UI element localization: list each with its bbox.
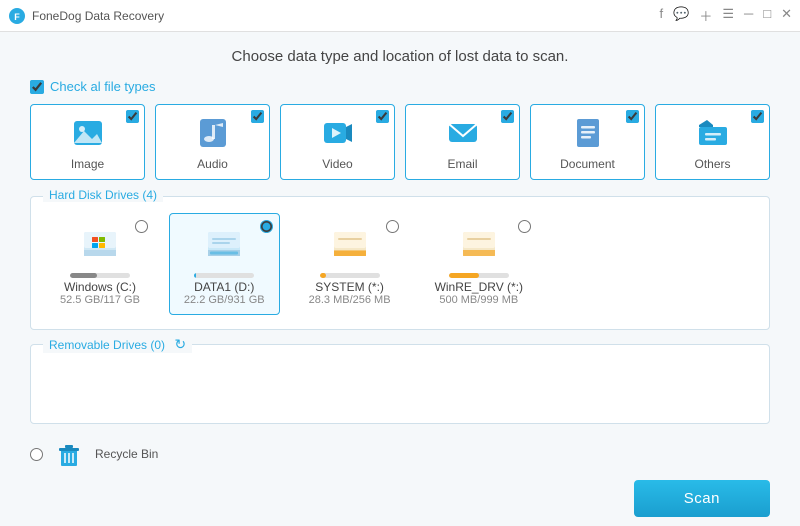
- check-all-checkbox[interactable]: [30, 80, 44, 94]
- drive-d-bar-wrap: [194, 273, 254, 278]
- drive-system-size: 28.3 MB/256 MB: [309, 294, 391, 306]
- image-checkbox[interactable]: [126, 110, 139, 123]
- scan-button[interactable]: Scan: [634, 480, 770, 517]
- drive-d-icon: [202, 222, 246, 266]
- audio-icon: [195, 115, 231, 151]
- document-checkbox[interactable]: [626, 110, 639, 123]
- main-content: Choose data type and location of lost da…: [0, 32, 800, 526]
- drive-system-bar-wrap: [320, 273, 380, 278]
- drive-winre-size: 500 MB/999 MB: [439, 294, 518, 306]
- others-label: Others: [694, 157, 730, 171]
- app-title: FoneDog Data Recovery: [32, 9, 660, 23]
- file-types-row: Image Audio: [30, 104, 770, 180]
- video-label: Video: [322, 157, 352, 171]
- plus-icon[interactable]: ＋: [699, 6, 712, 25]
- document-icon: [570, 115, 606, 151]
- drive-winre-radio[interactable]: [518, 220, 531, 233]
- email-icon: [445, 115, 481, 151]
- refresh-icon[interactable]: ↻: [174, 336, 186, 353]
- others-checkbox[interactable]: [751, 110, 764, 123]
- window-controls: f 💬 ＋ ☰ ─ □ ✕: [660, 6, 792, 25]
- drive-c-bar: [70, 273, 97, 278]
- drive-c-icon: [78, 222, 122, 266]
- drive-winre-icon: [457, 222, 501, 266]
- drive-d-bar: [194, 273, 196, 278]
- file-type-email[interactable]: Email: [405, 104, 520, 180]
- audio-checkbox[interactable]: [251, 110, 264, 123]
- drive-system-name: SYSTEM (*:): [315, 280, 384, 294]
- recycle-bin-row: Recycle Bin: [30, 438, 770, 470]
- maximize-icon[interactable]: □: [763, 6, 771, 25]
- drive-c-name: Windows (C:): [64, 280, 136, 294]
- scan-btn-row: Scan: [30, 480, 770, 517]
- document-label: Document: [560, 157, 615, 171]
- page-title: Choose data type and location of lost da…: [30, 48, 770, 65]
- drive-c-bar-wrap: [70, 273, 130, 278]
- drive-winre-bar-wrap: [449, 273, 509, 278]
- email-label: Email: [447, 157, 477, 171]
- recycle-bin-label: Recycle Bin: [95, 447, 158, 461]
- video-icon: [320, 115, 356, 151]
- minimize-icon[interactable]: ─: [744, 6, 753, 25]
- close-icon[interactable]: ✕: [781, 6, 792, 25]
- chat-icon[interactable]: 💬: [673, 6, 689, 25]
- file-type-audio[interactable]: Audio: [155, 104, 270, 180]
- titlebar: F FoneDog Data Recovery f 💬 ＋ ☰ ─ □ ✕: [0, 0, 800, 32]
- drive-d[interactable]: DATA1 (D:) 22.2 GB/931 GB: [169, 213, 280, 315]
- hard-disk-section: Hard Disk Drives (4): [30, 196, 770, 330]
- drive-winre-bar: [449, 273, 479, 278]
- drive-d-radio[interactable]: [260, 220, 273, 233]
- drive-d-name: DATA1 (D:): [194, 280, 254, 294]
- drive-winre-name: WinRE_DRV (*:): [435, 280, 523, 294]
- recycle-bin-radio[interactable]: [30, 448, 43, 461]
- audio-label: Audio: [197, 157, 228, 171]
- video-checkbox[interactable]: [376, 110, 389, 123]
- drive-system-icon: [328, 222, 372, 266]
- facebook-icon[interactable]: f: [660, 6, 664, 25]
- app-logo: F: [8, 7, 26, 25]
- menu-icon[interactable]: ☰: [722, 6, 734, 25]
- image-icon: [70, 115, 106, 151]
- drive-c-size: 52.5 GB/117 GB: [60, 294, 140, 306]
- check-all-label: Check al file types: [50, 79, 156, 94]
- drives-row: Windows (C:) 52.5 GB/117 GB: [45, 213, 755, 315]
- file-type-others[interactable]: Others: [655, 104, 770, 180]
- drive-system-bar: [320, 273, 327, 278]
- drive-system[interactable]: SYSTEM (*:) 28.3 MB/256 MB: [294, 213, 406, 315]
- hard-disk-title: Hard Disk Drives (4): [43, 188, 163, 202]
- recycle-bin-icon: [53, 438, 85, 470]
- drive-system-radio[interactable]: [386, 220, 399, 233]
- file-type-document[interactable]: Document: [530, 104, 645, 180]
- drive-c-radio[interactable]: [135, 220, 148, 233]
- drive-winre[interactable]: WinRE_DRV (*:) 500 MB/999 MB: [420, 213, 538, 315]
- others-icon: [695, 115, 731, 151]
- file-type-image[interactable]: Image: [30, 104, 145, 180]
- image-label: Image: [71, 157, 104, 171]
- removable-title: Removable Drives (0) ↻: [43, 336, 192, 353]
- svg-text:F: F: [14, 12, 20, 22]
- drive-c[interactable]: Windows (C:) 52.5 GB/117 GB: [45, 213, 155, 315]
- file-type-video[interactable]: Video: [280, 104, 395, 180]
- removable-section: Removable Drives (0) ↻: [30, 344, 770, 424]
- check-all-row: Check al file types: [30, 79, 770, 94]
- drive-d-size: 22.2 GB/931 GB: [184, 294, 265, 306]
- email-checkbox[interactable]: [501, 110, 514, 123]
